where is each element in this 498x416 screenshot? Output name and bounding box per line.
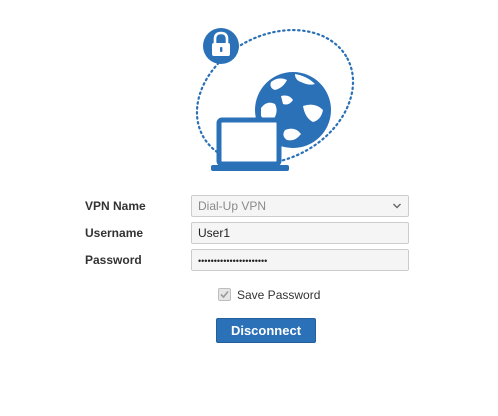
username-row: Username User1 (0, 222, 498, 246)
save-password-label: Save Password (237, 288, 321, 302)
username-label: Username (85, 226, 144, 240)
save-password-checkbox[interactable] (218, 288, 231, 301)
vpn-name-select[interactable]: Dial-Up VPN (191, 195, 409, 217)
password-input[interactable]: •••••••••••••••••••••• (191, 249, 409, 271)
laptop-icon (211, 117, 289, 171)
vpn-name-row: VPN Name Dial-Up VPN (0, 195, 498, 219)
password-mask: •••••••••••••••••••••• (198, 256, 268, 266)
vpn-illustration (175, 12, 365, 182)
username-input[interactable]: User1 (191, 222, 409, 244)
vpn-name-value: Dial-Up VPN (198, 199, 267, 213)
disconnect-button[interactable]: Disconnect (216, 318, 316, 343)
lock-icon (203, 28, 239, 64)
username-value: User1 (198, 226, 231, 240)
chevron-down-icon (392, 196, 402, 216)
check-icon (220, 290, 229, 299)
vpn-name-label: VPN Name (85, 199, 146, 213)
password-row: Password •••••••••••••••••••••• (0, 249, 498, 273)
password-label: Password (85, 253, 142, 267)
